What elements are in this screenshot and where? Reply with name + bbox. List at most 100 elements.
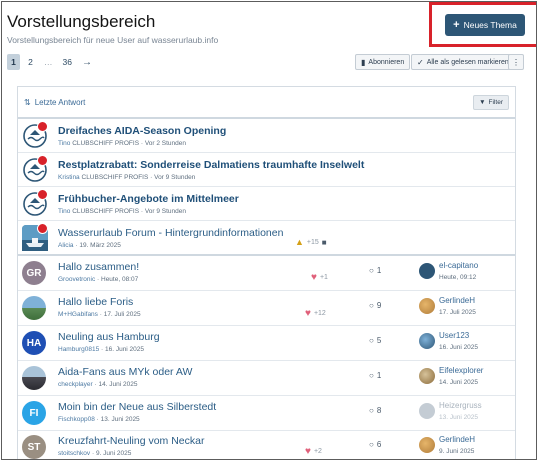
last-poster-name[interactable]: GerlindeH	[439, 296, 475, 305]
topic-row[interactable]: Hallo liebe Foris M+HGabifans · 17. Juli…	[18, 291, 515, 326]
plus-icon: +	[453, 18, 460, 31]
topic-author[interactable]: Tino	[58, 140, 70, 147]
reply-count-value: 1	[376, 371, 382, 380]
heart-icon: ♥	[311, 272, 317, 283]
topic-author[interactable]: checkplayer	[58, 381, 93, 388]
bookmark-icon: ▮	[361, 57, 366, 67]
lock-icon: ■	[321, 237, 327, 247]
reactions: ♥ +1	[311, 272, 328, 283]
sticky-topic-row[interactable]: Dreifaches AIDA-Season Opening Tino CLUB…	[18, 119, 515, 153]
topic-title[interactable]: Frühbucher-Angebote im Mittelmeer	[58, 193, 239, 205]
topic-title[interactable]: Moin bin der Neue aus Silberstedt	[58, 401, 216, 413]
page-link-1[interactable]: 1	[7, 54, 20, 70]
subscribe-label: Abonnieren	[368, 58, 405, 66]
topic-author[interactable]: Groovetronic	[58, 276, 95, 283]
mark-all-read-label: Alle als gelesen markieren	[426, 58, 509, 66]
topic-meta: stoitschkov · 9. Juni 2025	[58, 450, 132, 457]
topic-row[interactable]: HA Neuling aus Hamburg Hamburg0815 · 16.…	[18, 326, 515, 361]
sticky-topic-row[interactable]: Restplatzrabatt: Sonderreise Dalmatiens …	[18, 153, 515, 187]
last-post-time[interactable]: 17. Juli 2025	[439, 309, 476, 316]
avatar[interactable]	[22, 296, 46, 320]
author-title: CLUBSCHIFF PROFIS	[72, 140, 140, 147]
last-poster-avatar[interactable]	[419, 368, 435, 384]
last-post-time[interactable]: 14. Juni 2025	[439, 379, 478, 386]
sticky-pin-icon	[37, 155, 48, 166]
last-poster-avatar[interactable]	[419, 298, 435, 314]
topic-title[interactable]: Dreifaches AIDA-Season Opening	[58, 125, 226, 137]
topic-title[interactable]: Neuling aus Hamburg	[58, 331, 160, 343]
topic-row[interactable]: FI Moin bin der Neue aus Silberstedt Fis…	[18, 396, 515, 431]
trophy-icon: ▲	[295, 237, 304, 247]
avatar[interactable]: GR	[22, 261, 46, 285]
topic-row[interactable]: Aida-Fans aus MYk oder AW checkplayer · …	[18, 361, 515, 396]
last-poster-avatar[interactable]	[419, 437, 435, 453]
topic-time: Heute, 08:07	[101, 276, 139, 283]
more-options-button[interactable]: ⋮	[508, 54, 524, 70]
list-filter-bar: ⇅ Letzte Antwort ▼ Filter	[18, 87, 515, 119]
announcement-icon	[22, 155, 48, 183]
page-link-2[interactable]: 2	[24, 54, 37, 70]
topic-row[interactable]: GR Hallo zusammen! Groovetronic · Heute,…	[18, 256, 515, 291]
topic-row[interactable]: ST Kreuzfahrt-Neuling vom Neckar stoitsc…	[18, 431, 515, 459]
last-poster-name[interactable]: Heizergruss	[439, 401, 482, 410]
topic-title[interactable]: Wasserurlaub Forum - Hintergrundinformat…	[58, 227, 283, 239]
sticky-topic-row[interactable]: Frühbucher-Angebote im Mittelmeer Tino C…	[18, 187, 515, 221]
last-post-time[interactable]: 9. Juni 2025	[439, 448, 474, 455]
subscribe-button[interactable]: ▮ Abonnieren	[355, 54, 411, 70]
last-post-time[interactable]: 13. Juni 2025	[439, 414, 478, 421]
new-topic-button[interactable]: + Neues Thema	[445, 14, 525, 36]
avatar[interactable]: FI	[22, 401, 46, 425]
topic-time: 17. Juli 2025	[103, 311, 141, 318]
last-poster-avatar[interactable]	[419, 263, 435, 279]
reply-count: ○ 9	[369, 301, 381, 310]
avatar[interactable]	[22, 366, 46, 390]
mark-all-read-button[interactable]: ✓ Alle als gelesen markieren	[411, 54, 515, 70]
sort-control[interactable]: ⇅ Letzte Antwort	[24, 98, 85, 107]
avatar[interactable]: ST	[22, 435, 46, 459]
next-page-arrow-icon[interactable]: →	[79, 54, 95, 70]
last-poster-name[interactable]: Eifelexplorer	[439, 366, 483, 375]
topic-author[interactable]: Tino	[58, 208, 70, 215]
comment-icon: ○	[369, 266, 374, 275]
topic-author[interactable]: Kristina	[58, 174, 80, 181]
topic-author[interactable]: Hamburg0815	[58, 346, 99, 353]
topic-author[interactable]: Alicia	[58, 242, 74, 249]
announcement-icon	[22, 189, 48, 217]
topic-title[interactable]: Restplatzrabatt: Sonderreise Dalmatiens …	[58, 159, 364, 171]
filter-button[interactable]: ▼ Filter	[473, 94, 509, 110]
topic-time: Vor 9 Stunden	[144, 208, 187, 215]
reaction-count: +12	[313, 310, 326, 317]
last-poster-name[interactable]: User123	[439, 331, 469, 340]
last-poster-avatar[interactable]	[419, 333, 435, 349]
topic-time: 16. Juni 2025	[104, 346, 145, 353]
topic-title[interactable]: Aida-Fans aus MYk oder AW	[58, 366, 192, 378]
last-poster-avatar[interactable]	[419, 403, 435, 419]
heart-icon: ♥	[305, 308, 311, 319]
sort-icon: ⇅	[24, 97, 31, 107]
topic-author[interactable]: M+HGabifans	[58, 311, 98, 318]
page-ellipsis: …	[44, 57, 53, 67]
last-poster-name[interactable]: GerlindeH	[439, 435, 475, 444]
forum-frame: Vorstellungsbereich Vorstellungsbereich …	[1, 1, 537, 460]
topic-author[interactable]: Fischkopp08	[58, 416, 95, 423]
comment-icon: ○	[369, 371, 374, 380]
topic-title[interactable]: Hallo zusammen!	[58, 261, 139, 273]
topic-image-avatar	[22, 223, 48, 251]
topic-title[interactable]: Hallo liebe Foris	[58, 296, 133, 308]
last-post-time[interactable]: 16. Juni 2025	[439, 344, 478, 351]
page-description: Vorstellungsbereich für neue User auf wa…	[7, 35, 219, 45]
page-link-36[interactable]: 36	[60, 54, 75, 70]
topic-meta: Alicia · 19. März 2025	[58, 242, 121, 249]
avatar[interactable]: HA	[22, 331, 46, 355]
more-vertical-icon: ⋮	[512, 57, 520, 67]
last-poster-name[interactable]: el-capitano	[439, 261, 478, 270]
topic-time: Vor 2 Stunden	[144, 140, 187, 147]
topic-author[interactable]: stoitschkov	[58, 450, 90, 457]
sticky-topic-row[interactable]: Wasserurlaub Forum - Hintergrundinformat…	[18, 221, 515, 256]
last-post-time[interactable]: Heute, 09:12	[439, 274, 476, 281]
check-icon: ✓	[417, 57, 424, 67]
topic-title[interactable]: Kreuzfahrt-Neuling vom Neckar	[58, 435, 204, 447]
reaction-count: +1	[319, 274, 328, 281]
funnel-icon: ▼	[479, 98, 486, 106]
topic-time: Vor 9 Stunden	[154, 174, 196, 181]
